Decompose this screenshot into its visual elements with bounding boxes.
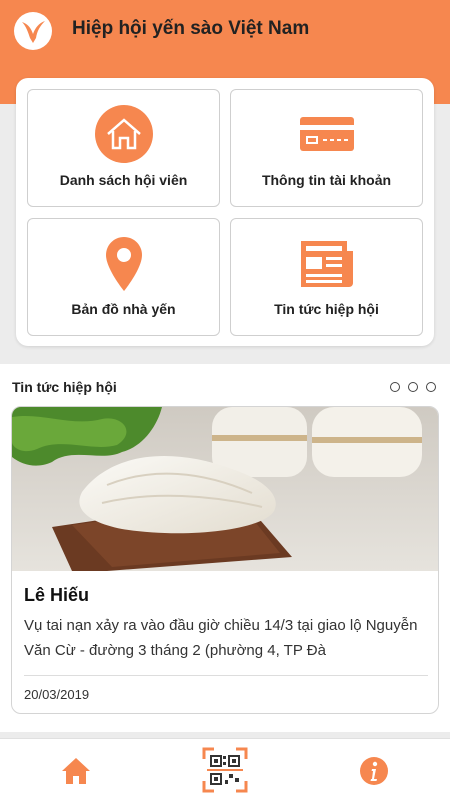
- carousel-dot[interactable]: [408, 382, 418, 392]
- swiftlet-house-map-label: Bản đồ nhà yến: [71, 301, 176, 317]
- account-info-label: Thông tin tài khoản: [261, 172, 392, 188]
- news-thumbnail: [12, 407, 438, 571]
- member-list-button[interactable]: Danh sách hội viên: [27, 89, 220, 207]
- home-icon: [62, 758, 90, 784]
- home-icon: [94, 104, 154, 164]
- news-card[interactable]: Lê Hiếu Vụ tai nạn xảy ra vào đầu giờ ch…: [11, 406, 439, 714]
- account-info-button[interactable]: Thông tin tài khoản: [230, 89, 423, 207]
- association-news-button[interactable]: Tin tức hiệp hội: [230, 218, 423, 336]
- carousel-dot[interactable]: [390, 382, 400, 392]
- news-author: Lê Hiếu: [24, 585, 90, 605]
- swift-bird-logo-icon: [14, 12, 52, 50]
- newspaper-icon: [297, 233, 357, 293]
- app-title: Hiệp hội yến sào Việt Nam: [72, 18, 310, 39]
- association-news-label: Tin tức hiệp hội: [274, 301, 379, 317]
- news-excerpt: Vụ tai nạn xảy ra vào đầu giờ chiều 14/3…: [24, 617, 418, 659]
- news-date: 20/03/2019: [24, 687, 90, 702]
- swiftlet-house-map-button[interactable]: Bản đồ nhà yến: [27, 218, 220, 336]
- map-pin-icon: [94, 233, 154, 293]
- carousel-indicator: [390, 382, 436, 392]
- main-menu: Danh sách hội viên Thông tin tài khoản B…: [16, 78, 434, 346]
- member-list-label: Danh sách hội viên: [59, 172, 188, 188]
- info-icon: [360, 757, 388, 785]
- credit-card-icon: [297, 104, 357, 164]
- divider: [24, 675, 428, 676]
- bottom-navigation: [0, 738, 450, 800]
- nav-home-button[interactable]: [54, 749, 98, 793]
- carousel-dot[interactable]: [426, 382, 436, 392]
- qr-scan-icon: [202, 747, 248, 793]
- news-section-title: Tin tức hiệp hội: [12, 379, 117, 395]
- nav-qr-scan-button[interactable]: [202, 747, 248, 793]
- news-section: Tin tức hiệp hội Lê Hiếu Vụ tai nạn xảy …: [0, 364, 450, 732]
- nav-info-button[interactable]: [352, 749, 396, 793]
